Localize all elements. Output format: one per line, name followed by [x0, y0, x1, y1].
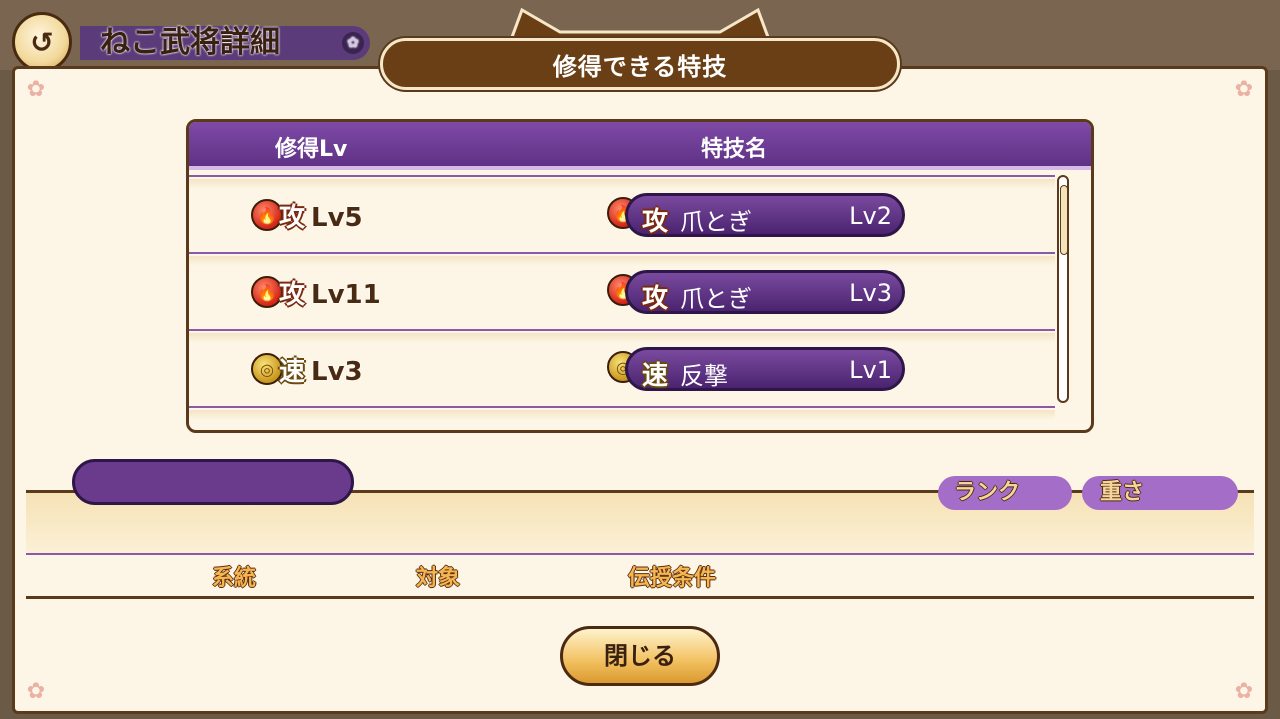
req-level-value: Lv11	[311, 280, 381, 310]
req-level-value: Lv3	[311, 357, 363, 387]
skill-pill[interactable]: 攻 爪とぎ Lv2	[625, 193, 905, 237]
req-type-label: 攻	[279, 203, 306, 233]
table-row[interactable]: 🔥 攻 Lv11 🔥 攻 爪とぎ Lv3	[189, 252, 1055, 328]
skill-pill[interactable]: 攻 爪とぎ Lv3	[625, 270, 905, 314]
paw-icon: ✿	[26, 679, 46, 704]
weight-label: 重さ	[1082, 476, 1238, 510]
paw-icon: ✿	[1234, 679, 1254, 704]
skill-name-display	[72, 459, 354, 505]
skill-name: 爪とぎ	[680, 208, 752, 236]
transfer-condition-label: 伝授条件	[628, 566, 717, 591]
paw-icon: ✿	[342, 32, 364, 54]
lineage-label: 系統	[212, 566, 257, 591]
skill-name: 反撃	[680, 362, 728, 390]
required-level: 攻 Lv5	[261, 197, 363, 234]
skill-table: 修得Lv 特技名 🔥 攻 Lv5 🔥 攻 爪とぎ Lv2 🔥 攻 Lv11 🔥 攻 …	[186, 119, 1094, 433]
req-level-value: Lv5	[311, 203, 363, 233]
table-row[interactable]: ◎ 速 Lv3 ◎ 速 反撃 Lv1	[189, 329, 1055, 405]
column-header-skill: 特技名	[701, 137, 768, 162]
skill-type-label: 速	[642, 361, 669, 391]
table-header: 修得Lv 特技名	[189, 122, 1091, 170]
skill-type-label: 攻	[642, 284, 669, 314]
screen-title: ねこ武将詳細 ✿	[80, 26, 370, 60]
close-button[interactable]: 閉じる	[560, 626, 720, 686]
req-type-label: 速	[279, 357, 306, 387]
screen-title-text: ねこ武将詳細	[100, 25, 280, 60]
table-row-divider	[189, 406, 1055, 430]
column-header-level: 修得Lv	[275, 137, 348, 162]
divider	[26, 596, 1254, 599]
skill-pill[interactable]: 速 反撃 Lv1	[625, 347, 905, 391]
target-label: 対象	[416, 566, 461, 591]
req-type-label: 攻	[279, 280, 306, 310]
scrollbar[interactable]	[1057, 175, 1069, 403]
required-level: 速 Lv3	[261, 351, 363, 388]
paw-icon: ✿	[1234, 77, 1254, 102]
skill-name: 爪とぎ	[680, 285, 752, 313]
skill-level: Lv3	[849, 279, 892, 307]
modal-title-text: 修得できる特技	[552, 52, 728, 81]
modal-title: 修得できる特技	[380, 38, 900, 90]
table-row[interactable]: 🔥 攻 Lv5 🔥 攻 爪とぎ Lv2	[189, 175, 1055, 251]
back-arrow-icon[interactable]: ↺	[12, 12, 72, 72]
skill-type-label: 攻	[642, 207, 669, 237]
skill-level: Lv2	[849, 202, 892, 230]
scroll-thumb[interactable]	[1060, 185, 1068, 255]
paw-icon: ✿	[26, 77, 46, 102]
required-level: 攻 Lv11	[261, 274, 381, 311]
skill-level: Lv1	[849, 356, 892, 384]
rank-label: ランク	[938, 476, 1072, 510]
